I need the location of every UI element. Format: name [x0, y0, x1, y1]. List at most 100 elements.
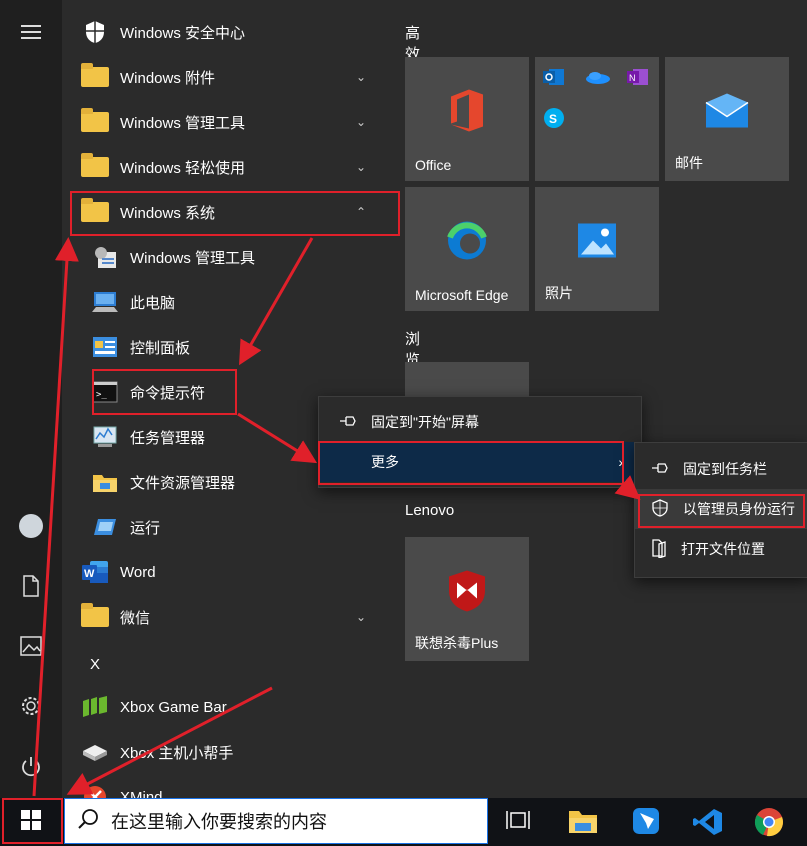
folder-icon: [80, 153, 110, 180]
file-explorer-icon: [90, 469, 120, 495]
tile-label: Microsoft Edge: [415, 287, 509, 303]
app-item-windows-accessories[interactable]: Windows 附件 ⌄: [70, 55, 390, 99]
submenu: 固定到任务栏 以管理员身份运行 打开文件位置: [634, 442, 807, 578]
pin-icon: [651, 461, 669, 477]
letter-label: X: [90, 655, 101, 673]
tile-label: 照片: [545, 285, 573, 301]
tile-office[interactable]: Office: [405, 57, 529, 181]
app-item-windows-ease-of-access[interactable]: Windows 轻松使用 ⌄: [70, 145, 390, 189]
xbox-companion-icon: [80, 739, 110, 765]
chevron-down-icon: ⌄: [355, 160, 366, 174]
svg-text:W: W: [84, 568, 95, 580]
chevron-down-icon: ⌄: [355, 115, 366, 129]
menu-item-pin-to-taskbar[interactable]: 固定到任务栏: [635, 449, 807, 489]
menu-item-more[interactable]: 更多 ›: [319, 442, 641, 482]
app-item-run[interactable]: 运行: [70, 505, 390, 549]
chevron-down-icon: ⌄: [355, 610, 366, 624]
app-item-control-panel[interactable]: 控制面板: [70, 325, 390, 369]
menu-item-run-as-admin[interactable]: 以管理员身份运行: [635, 489, 807, 529]
app-item-label: 运行: [130, 519, 161, 537]
app-item-admin-tools[interactable]: Windows 管理工具: [70, 235, 390, 279]
search-icon: [77, 808, 99, 835]
outlook-icon: [543, 67, 565, 92]
folder-icon: [80, 198, 110, 225]
app-item-label: Windows 系统: [120, 204, 216, 222]
taskbar: 在这里输入你要搜索的内容: [0, 798, 807, 846]
app-item-word[interactable]: W Word: [70, 550, 390, 594]
menu-item-label: 以管理员身份运行: [683, 501, 795, 517]
chevron-up-icon: ⌃: [355, 205, 366, 219]
menu-item-pin-to-start[interactable]: 固定到"开始"屏幕: [319, 402, 641, 442]
tile-microsoft-edge[interactable]: Microsoft Edge: [405, 187, 529, 311]
app-item-label: 控制面板: [130, 339, 191, 357]
tile-mail[interactable]: 邮件: [665, 57, 789, 181]
admin-shield-icon: [651, 498, 669, 520]
app-item-label: 此电脑: [130, 294, 176, 312]
app-item-windows-system[interactable]: Windows 系统 ⌃: [70, 190, 390, 234]
documents-icon[interactable]: [17, 572, 45, 600]
menu-item-open-file-location[interactable]: 打开文件位置: [635, 529, 807, 569]
onenote-icon: N: [627, 67, 649, 92]
admin-tools-icon: [90, 244, 120, 270]
tile-office-apps-folder[interactable]: N S: [535, 57, 659, 181]
tile-mcafee[interactable]: 联想杀毒Plus: [405, 537, 529, 661]
computer-icon: [90, 289, 120, 315]
app-item-windows-admin-tools-folder[interactable]: Windows 管理工具 ⌄: [70, 100, 390, 144]
letter-header-x[interactable]: X: [70, 642, 390, 686]
app-item-label: Windows 管理工具: [130, 249, 256, 267]
app-item-this-pc[interactable]: 此电脑: [70, 280, 390, 324]
app-item-label: Windows 安全中心: [120, 24, 246, 42]
svg-text:>_: >_: [96, 390, 107, 400]
app-item-label: Windows 附件: [120, 69, 216, 87]
power-icon[interactable]: [17, 752, 45, 780]
windows-logo-icon: [21, 809, 41, 835]
app-item-xbox-companion[interactable]: Xbox 主机小帮手: [70, 730, 390, 774]
taskbar-search-box[interactable]: 在这里输入你要搜索的内容: [64, 798, 488, 844]
menu-item-label: 固定到任务栏: [683, 461, 767, 477]
search-placeholder: 在这里输入你要搜索的内容: [111, 812, 327, 832]
task-manager-icon: [90, 424, 120, 450]
tile-group-lenovo[interactable]: Lenovo: [405, 502, 454, 519]
menu-item-label: 固定到"开始"屏幕: [371, 414, 479, 430]
xbox-game-bar-icon: [80, 694, 110, 720]
chrome-icon[interactable]: [754, 807, 784, 842]
pictures-icon[interactable]: [17, 632, 45, 660]
tile-label: 邮件: [675, 155, 703, 171]
file-location-icon: [651, 538, 667, 561]
svg-text:S: S: [549, 112, 557, 126]
file-explorer-taskbar-icon[interactable]: [568, 807, 598, 840]
settings-gear-icon[interactable]: [17, 692, 45, 720]
app-item-xbox-game-bar[interactable]: Xbox Game Bar: [70, 685, 390, 729]
app-item-label: Windows 管理工具: [120, 114, 246, 132]
app-item-label: 任务管理器: [130, 429, 206, 447]
app-item-wechat[interactable]: 微信 ⌄: [70, 595, 390, 639]
folder-icon: [80, 108, 110, 135]
svg-text:N: N: [629, 73, 636, 83]
start-button[interactable]: [0, 798, 62, 846]
vscode-icon[interactable]: [693, 807, 723, 842]
app-item-label: Windows 轻松使用: [120, 159, 246, 177]
app-item-windows-security[interactable]: Windows 安全中心: [70, 10, 390, 54]
hamburger-menu-icon[interactable]: [17, 18, 45, 46]
pin-icon: [339, 414, 357, 430]
folder-icon: [80, 603, 110, 630]
chevron-down-icon: ⌄: [355, 70, 366, 84]
shield-icon: [80, 19, 110, 45]
app-item-label: 文件资源管理器: [130, 474, 236, 492]
word-icon: W: [80, 559, 110, 585]
feishu-icon[interactable]: [632, 807, 660, 840]
user-avatar[interactable]: [17, 512, 45, 540]
edge-icon: [446, 219, 488, 266]
mail-icon: [705, 92, 749, 133]
folder-icon: [80, 63, 110, 90]
menu-item-label: 打开文件位置: [681, 541, 765, 557]
app-item-label: Xbox Game Bar: [120, 698, 227, 716]
task-view-icon[interactable]: [505, 809, 531, 838]
mcafee-icon: [447, 568, 487, 617]
context-menu: 固定到"开始"屏幕 更多 ›: [318, 396, 642, 488]
app-item-label: Xbox 主机小帮手: [120, 744, 234, 762]
tile-photos[interactable]: 照片: [535, 187, 659, 311]
start-rail: [0, 0, 62, 798]
cmd-icon: >_: [90, 379, 120, 405]
app-item-label: Word: [120, 563, 156, 581]
